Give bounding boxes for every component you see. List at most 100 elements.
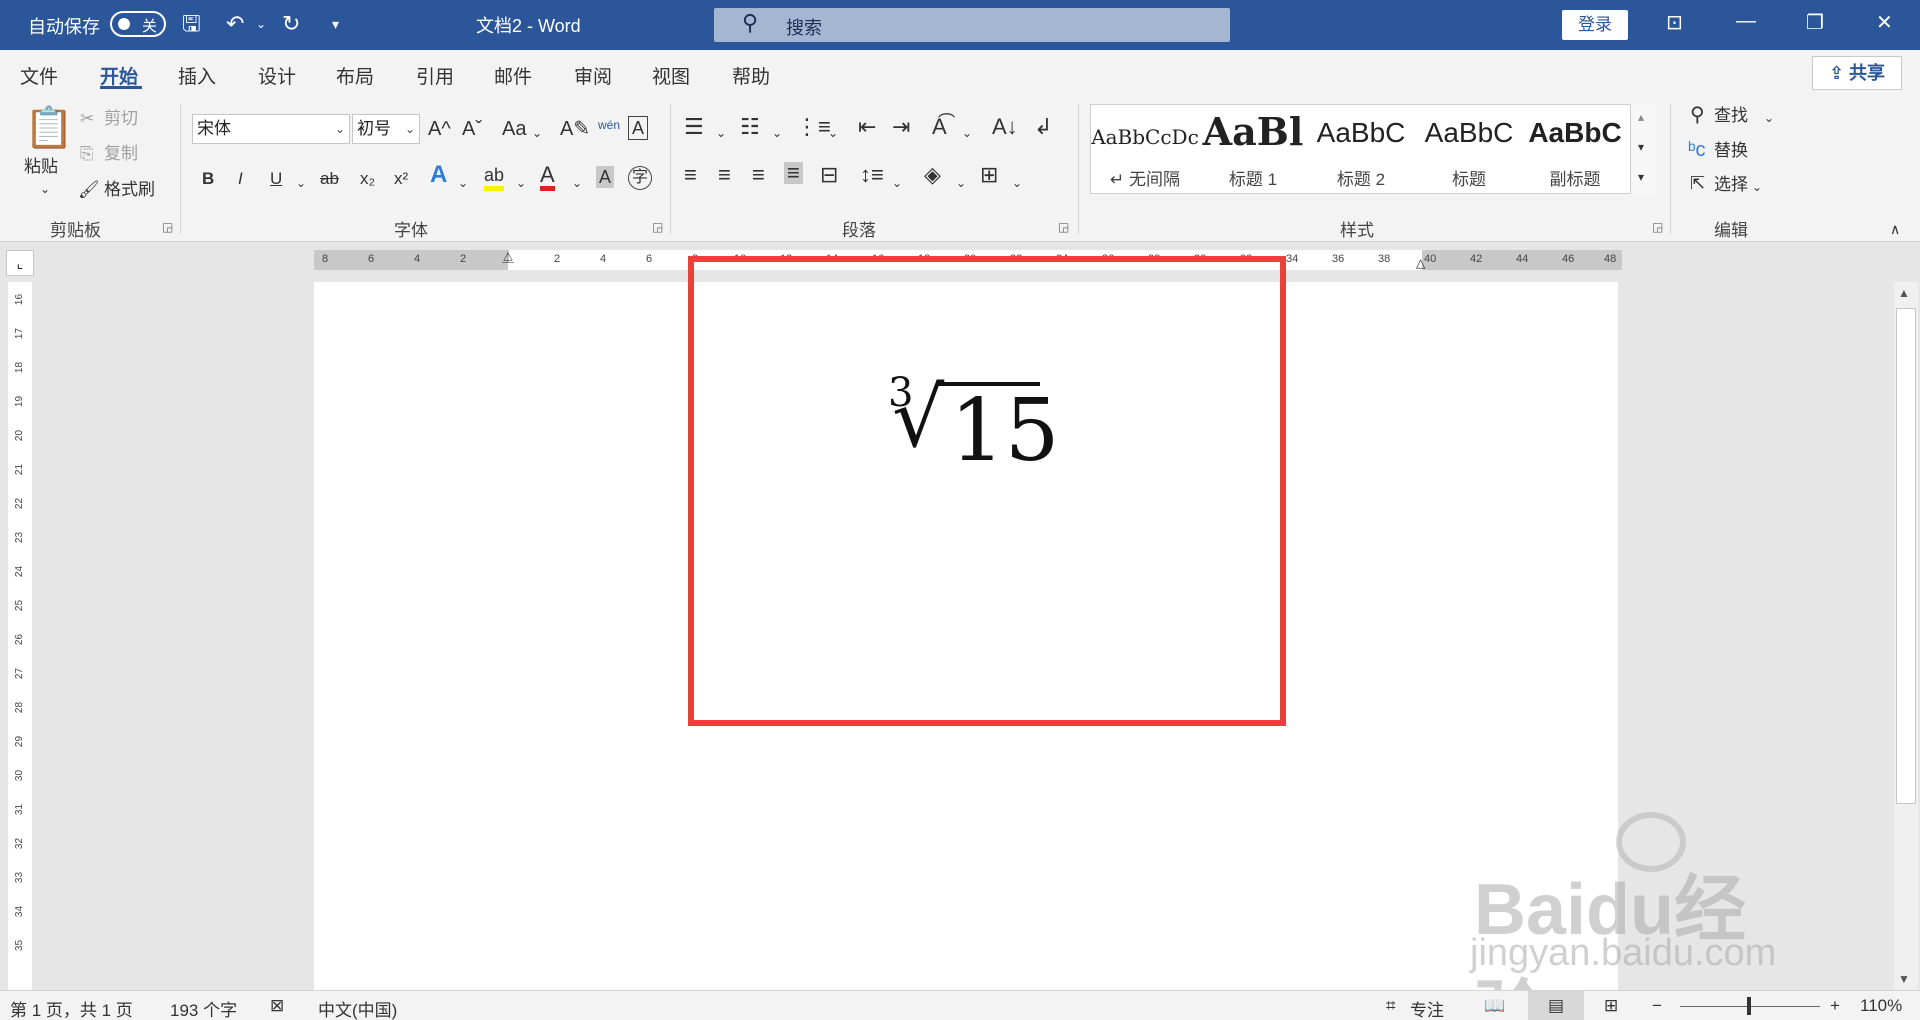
multilevel-list-icon[interactable]: ⋮≡	[796, 116, 831, 138]
vertical-scrollbar[interactable]: ▲ ▼	[1894, 282, 1918, 990]
paste-dropdown-icon[interactable]: ⌄	[40, 178, 50, 200]
distributed-icon[interactable]: ⊟	[820, 164, 838, 186]
borders-dropdown-icon[interactable]: ⌄	[1012, 172, 1022, 194]
login-button[interactable]: 登录	[1562, 10, 1628, 40]
text-effect-button[interactable]: A	[430, 163, 447, 187]
highlight-button[interactable]: ab	[484, 164, 505, 191]
style-title[interactable]: AaBbC 标题	[1415, 105, 1523, 193]
paragraph-launcher-icon[interactable]: ◲	[1058, 220, 1069, 234]
share-button[interactable]: ⇪ 共享	[1812, 56, 1902, 90]
zoom-out-icon[interactable]: −	[1652, 996, 1662, 1016]
numbering-dropdown-icon[interactable]: ⌄	[772, 122, 782, 144]
vertical-ruler[interactable]: 16 17 18 19 20 21 22 23 24 25 26 27 28 2…	[8, 282, 32, 990]
select-dropdown-icon[interactable]: ⌄	[1752, 176, 1762, 198]
clipboard-launcher-icon[interactable]: ◲	[162, 220, 173, 234]
scroll-up-icon[interactable]: ▲	[1898, 286, 1910, 300]
find-button[interactable]: 查找	[1714, 105, 1748, 127]
font-color-button[interactable]: A	[540, 164, 555, 191]
font-size-combo[interactable]: 初号 ⌄	[352, 114, 420, 144]
find-dropdown-icon[interactable]: ⌄	[1764, 107, 1774, 129]
chevron-up-icon[interactable]: ▴	[1638, 106, 1644, 128]
tab-design[interactable]: 设计	[258, 62, 296, 89]
styles-launcher-icon[interactable]: ◲	[1652, 220, 1663, 234]
print-layout-icon[interactable]: ▤	[1528, 991, 1584, 1020]
tab-review[interactable]: 审阅	[574, 62, 612, 89]
tab-file[interactable]: 文件	[20, 62, 58, 89]
proofing-icon[interactable]: ⊠	[270, 996, 284, 1016]
undo-icon[interactable]: ↶	[226, 10, 244, 38]
decrease-indent-icon[interactable]: ⇤	[858, 116, 876, 138]
minimize-icon[interactable]: —	[1736, 10, 1756, 33]
line-spacing-dropdown-icon[interactable]: ⌄	[892, 172, 902, 194]
tab-layout[interactable]: 布局	[336, 62, 374, 89]
cut-button[interactable]: 剪切	[104, 108, 138, 130]
replace-button[interactable]: 替换	[1714, 140, 1748, 162]
font-launcher-icon[interactable]: ◲	[652, 220, 663, 234]
tab-home[interactable]: 开始	[100, 62, 138, 89]
tab-references[interactable]: 引用	[416, 62, 454, 89]
align-center-icon[interactable]: ≡	[718, 164, 731, 186]
chevron-down-icon[interactable]: ▾	[1638, 136, 1644, 158]
char-shading-button[interactable]: A	[596, 166, 615, 188]
format-painter-button[interactable]: 格式刷	[104, 179, 155, 201]
scroll-down-icon[interactable]: ▼	[1898, 972, 1910, 986]
copy-button[interactable]: 复制	[104, 143, 138, 165]
clear-format-icon[interactable]: A✎	[560, 118, 590, 140]
font-color-dropdown-icon[interactable]: ⌄	[572, 172, 582, 194]
close-icon[interactable]: ✕	[1876, 10, 1893, 35]
restore-icon[interactable]: ❐	[1806, 10, 1824, 35]
more-styles-icon[interactable]: ▾	[1638, 166, 1644, 188]
underline-button[interactable]: U	[270, 168, 282, 190]
shading-icon[interactable]: ◈	[924, 164, 941, 186]
collapse-ribbon-icon[interactable]: ∧	[1890, 218, 1900, 240]
enclose-char-button[interactable]: 字	[628, 166, 652, 190]
autosave-toggle[interactable]: 关	[110, 11, 166, 37]
superscript-button[interactable]: x²	[394, 168, 408, 190]
italic-button[interactable]: I	[238, 168, 243, 190]
align-right-icon[interactable]: ≡	[752, 164, 765, 186]
redo-icon[interactable]: ↻	[282, 10, 300, 38]
customize-toolbar-icon[interactable]: ▾	[332, 10, 339, 38]
paste-button[interactable]: 粘贴	[24, 156, 58, 178]
show-marks-icon[interactable]: ↲	[1034, 116, 1052, 138]
style-heading-1[interactable]: AaBl 标题 1	[1199, 105, 1307, 193]
borders-icon[interactable]: ⊞	[980, 164, 998, 186]
bullets-icon[interactable]: ☰	[684, 116, 704, 138]
underline-dropdown-icon[interactable]: ⌄	[296, 172, 306, 194]
subscript-button[interactable]: x₂	[360, 168, 375, 190]
line-spacing-icon[interactable]: ↕≡	[860, 164, 884, 186]
ribbon-display-icon[interactable]: ⊡	[1666, 10, 1683, 35]
shrink-font-button[interactable]: Aˇ	[462, 118, 482, 140]
align-left-icon[interactable]: ≡	[684, 164, 697, 186]
indent-marker-icon[interactable]: ⏅	[502, 248, 514, 265]
bold-button[interactable]: B	[202, 168, 214, 190]
save-icon[interactable]: 🖫	[182, 10, 201, 38]
char-border-button[interactable]: A	[628, 116, 649, 140]
font-name-combo[interactable]: 宋体 ⌄	[192, 114, 350, 144]
undo-dropdown-icon[interactable]: ⌄	[256, 10, 266, 38]
phonetic-guide-button[interactable]: wén	[598, 114, 620, 136]
page-info[interactable]: 第 1 页，共 1 页	[10, 996, 133, 1020]
zoom-slider-thumb[interactable]	[1747, 997, 1751, 1015]
search-box[interactable]: ⚲ 搜索	[714, 8, 1230, 42]
multilevel-dropdown-icon[interactable]: ⌄	[828, 122, 838, 144]
justify-icon[interactable]: ≡	[784, 162, 803, 184]
style-subtitle[interactable]: AaBbC 副标题	[1523, 105, 1627, 193]
change-case-button[interactable]: Aa	[502, 118, 526, 140]
tab-insert[interactable]: 插入	[178, 62, 216, 89]
language[interactable]: 中文(中国)	[318, 996, 397, 1020]
chinese-layout-icon[interactable]: A͡	[932, 116, 947, 138]
zoom-level[interactable]: 110%	[1860, 996, 1902, 1016]
scroll-thumb[interactable]	[1896, 308, 1916, 804]
increase-indent-icon[interactable]: ⇥	[892, 116, 910, 138]
tab-view[interactable]: 视图	[652, 62, 690, 89]
grow-font-button[interactable]: A^	[428, 118, 451, 140]
paste-icon[interactable]: 📋	[24, 106, 74, 150]
highlight-dropdown-icon[interactable]: ⌄	[516, 172, 526, 194]
chinese-layout-dropdown-icon[interactable]: ⌄	[962, 122, 972, 144]
text-effect-dropdown-icon[interactable]: ⌄	[458, 172, 468, 194]
sort-icon[interactable]: A↓	[992, 116, 1018, 138]
focus-button[interactable]: 专注	[1410, 996, 1444, 1020]
strikethrough-button[interactable]: ab	[320, 168, 339, 190]
tab-mailings[interactable]: 邮件	[494, 62, 532, 89]
